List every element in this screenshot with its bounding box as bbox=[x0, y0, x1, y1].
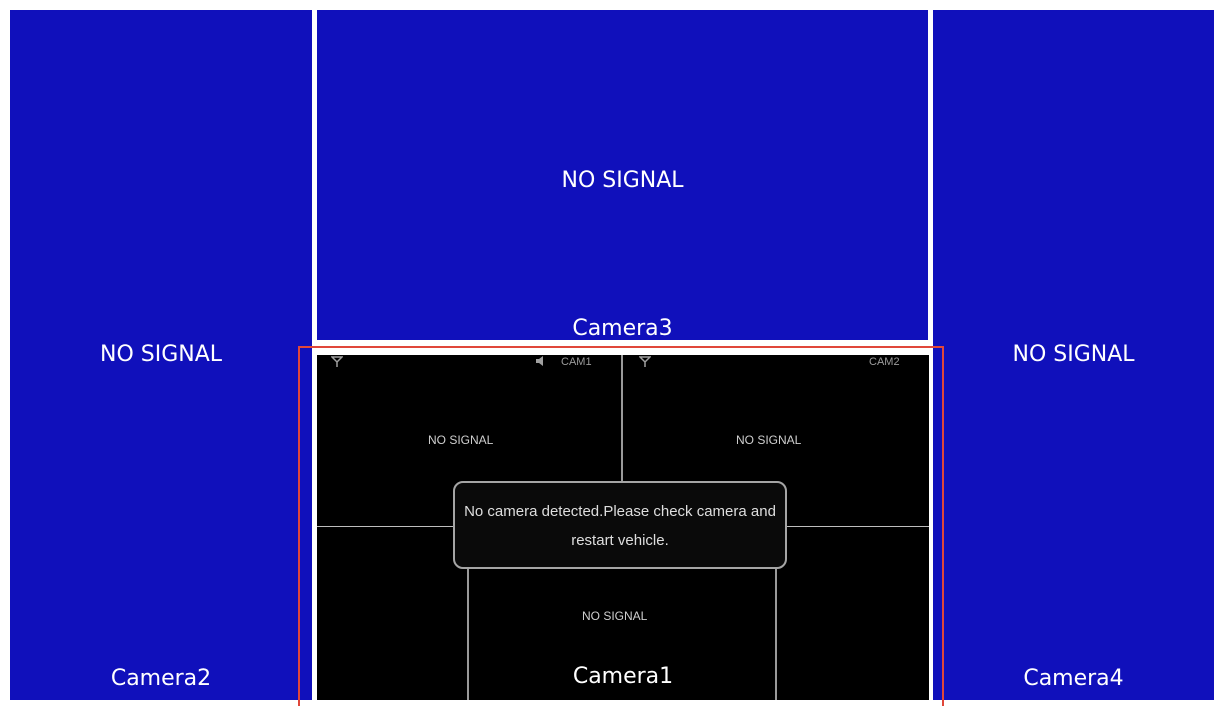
camera4-panel[interactable]: NO SIGNAL Camera4 bbox=[933, 10, 1214, 700]
focus-highlight-box bbox=[298, 346, 944, 706]
camera2-panel[interactable]: NO SIGNAL Camera2 bbox=[10, 10, 312, 700]
camera3-label: Camera3 bbox=[572, 316, 673, 341]
camera2-no-signal: NO SIGNAL bbox=[99, 342, 223, 367]
camera-quad-view: NO SIGNAL Camera2 NO SIGNAL Camera3 NO S… bbox=[0, 0, 1224, 710]
camera2-label: Camera2 bbox=[110, 666, 212, 691]
camera4-label: Camera4 bbox=[1023, 666, 1124, 691]
camera3-panel[interactable]: NO SIGNAL Camera3 bbox=[317, 10, 928, 341]
camera4-no-signal: NO SIGNAL bbox=[1012, 342, 1135, 367]
camera3-no-signal: NO SIGNAL bbox=[561, 168, 684, 193]
